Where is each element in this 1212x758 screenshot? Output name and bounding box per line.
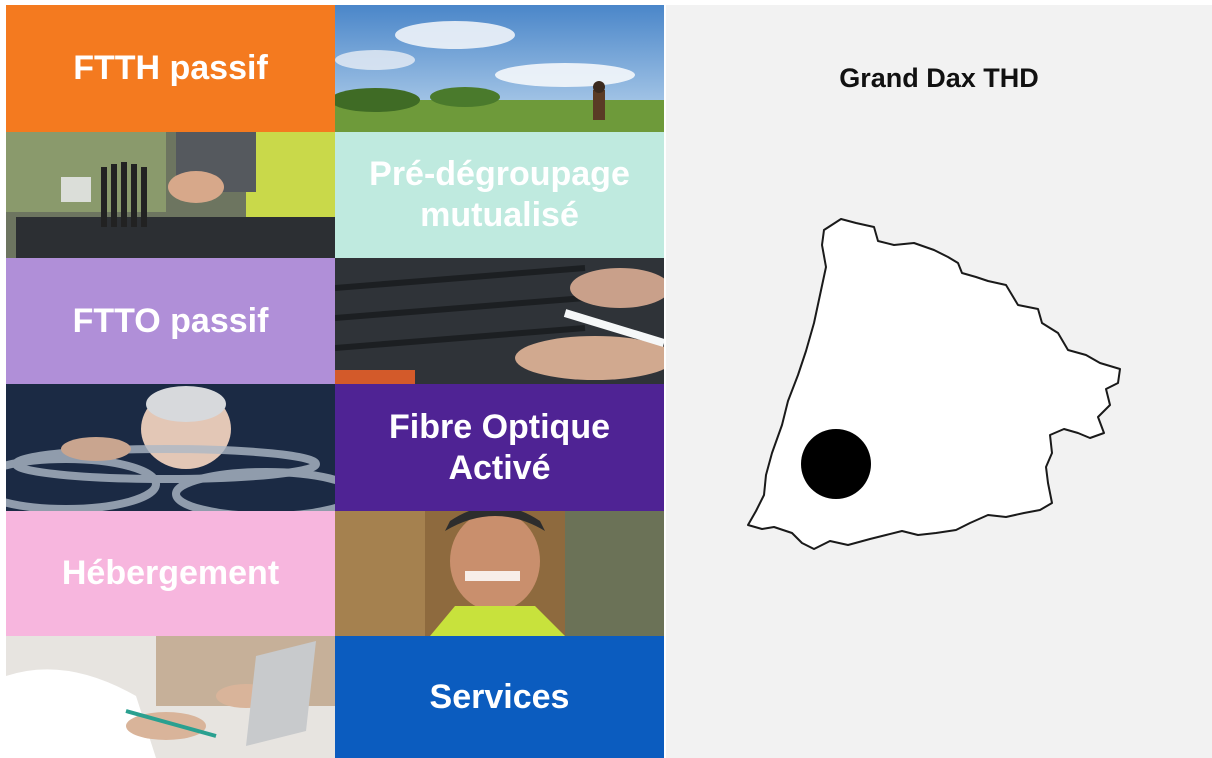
department-map [747, 218, 1121, 550]
tile-services[interactable]: Services [335, 636, 664, 758]
photo-fiber-cable-hands [335, 258, 664, 384]
department-outline [747, 218, 1121, 550]
tile-fibre-line2: Activé [448, 448, 551, 487]
photo-landscape-walker [335, 5, 664, 132]
tile-ftth-label: FTTH passif [73, 49, 268, 88]
photo-fiber-splicing [6, 132, 335, 258]
photo-smiling-technician [335, 511, 664, 636]
location-marker[interactable] [801, 429, 871, 499]
tile-pre-degroupage[interactable]: Pré-dégroupage mutualisé [335, 132, 664, 258]
photo-woman-fiber-coils [6, 384, 335, 511]
tile-fibre-optique-active[interactable]: Fibre Optique Activé [335, 384, 664, 511]
tile-services-label: Services [429, 677, 570, 716]
tile-fibre-line1: Fibre Optique [389, 407, 610, 446]
tile-ftto-passif[interactable]: FTTO passif [6, 258, 335, 384]
tile-ftth-passif[interactable]: FTTH passif [6, 5, 335, 132]
tile-hebergement[interactable]: Hébergement [6, 511, 335, 636]
tile-pre-degroupage-line1: Pré-dégroupage [369, 155, 630, 194]
tile-hebergement-label: Hébergement [61, 554, 280, 593]
network-map-panel: Grand Dax THD [666, 5, 1212, 758]
tile-pre-degroupage-line2: mutualisé [420, 196, 579, 234]
services-tile-grid: FTTH passif Pré-dégroupage mutualisé FTT… [6, 5, 664, 758]
tile-ftto-label: FTTO passif [72, 301, 269, 340]
photo-laptop-writing [6, 636, 335, 758]
